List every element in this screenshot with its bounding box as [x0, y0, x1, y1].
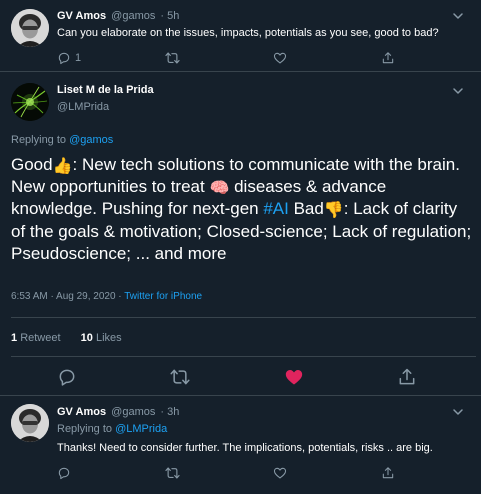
chevron-down-icon[interactable]	[451, 405, 465, 419]
likes-number: 10	[80, 332, 93, 344]
retweet-button[interactable]	[165, 50, 184, 66]
handle[interactable]: @LMPrida	[57, 101, 109, 113]
retweet-icon	[165, 466, 180, 480]
tweet-text: Thanks! Need to consider further. The im…	[57, 442, 433, 454]
retweets-label: Retweet	[20, 332, 61, 344]
text-good: Good	[11, 155, 53, 174]
chevron-down-icon[interactable]	[451, 9, 465, 23]
tweet-actions: 1	[0, 50, 481, 66]
divider	[0, 395, 481, 396]
like-button[interactable]	[273, 50, 291, 66]
handle[interactable]: @gamos	[111, 10, 155, 22]
divider	[11, 356, 476, 357]
likes-stat[interactable]: 10 Likes	[81, 332, 122, 344]
display-name[interactable]: GV Amos	[57, 10, 106, 22]
replying-label: Replying to	[11, 134, 67, 146]
chevron-down-icon[interactable]	[451, 84, 465, 98]
share-button[interactable]	[381, 465, 395, 481]
tweet-text: Good👍: New tech solutions to communicate…	[11, 154, 476, 265]
tweet-meta: 6:53 AM · Aug 29, 2020 · Twitter for iPh…	[11, 291, 202, 302]
handle[interactable]: @gamos	[111, 406, 155, 418]
hashtag-link[interactable]: #AI	[263, 199, 289, 218]
engagement-stats: 1 Retweet 10 Likes	[11, 332, 122, 344]
reply-icon	[57, 367, 77, 387]
tweet-actions	[0, 465, 481, 481]
brain-icon: 🧠	[209, 180, 230, 198]
share-button[interactable]	[381, 50, 395, 66]
replying-label: Replying to	[57, 423, 113, 435]
timestamp[interactable]: · 5h	[160, 10, 179, 22]
tweet-source-link[interactable]: Twitter for iPhone	[124, 291, 202, 302]
thumbs-up-icon: 👍	[52, 158, 73, 175]
reply-button[interactable]: 1	[57, 50, 81, 66]
display-name[interactable]: Liset M de la Prida	[57, 84, 154, 96]
avatar[interactable]	[11, 83, 49, 121]
like-button[interactable]	[273, 465, 287, 481]
retweet-button[interactable]	[170, 367, 190, 387]
retweet-icon	[170, 367, 190, 387]
avatar[interactable]	[11, 9, 49, 47]
like-icon	[284, 367, 304, 387]
tweet-text: Can you elaborate on the issues, impacts…	[57, 27, 439, 39]
like-icon	[273, 51, 287, 65]
reply-count: 1	[75, 52, 82, 64]
timestamp[interactable]: · 3h	[160, 406, 179, 418]
reply-button[interactable]	[57, 367, 77, 387]
share-icon	[381, 466, 395, 480]
replying-to: Replying to @gamos	[11, 134, 113, 146]
meta-separator: ·	[115, 291, 125, 302]
avatar[interactable]	[11, 404, 49, 442]
replying-handle-link[interactable]: @gamos	[69, 134, 113, 146]
retweets-number: 1	[11, 332, 18, 344]
divider	[11, 317, 476, 318]
text-bad: Bad	[288, 199, 324, 219]
tweet-timestamp[interactable]: 6:53 AM · Aug 29, 2020	[11, 291, 116, 302]
like-button[interactable]	[284, 367, 304, 387]
reply-icon	[57, 51, 71, 65]
parent-tweet[interactable]: GV Amos @gamos · 5h Can you elaborate on…	[0, 0, 481, 72]
display-name[interactable]: GV Amos	[57, 406, 106, 418]
share-icon	[397, 367, 417, 387]
retweet-button[interactable]	[165, 465, 180, 481]
retweet-icon	[165, 51, 180, 65]
reply-icon	[57, 466, 71, 480]
thumbs-down-icon: 👎	[323, 202, 344, 220]
author-line: GV Amos @gamos · 3h	[57, 406, 179, 418]
retweets-stat[interactable]: 1 Retweet	[11, 332, 61, 344]
tweet-actions	[0, 367, 481, 387]
author-line: GV Amos @gamos · 5h	[57, 10, 179, 22]
share-icon	[381, 51, 395, 65]
share-button[interactable]	[397, 367, 417, 387]
reply-button[interactable]	[57, 465, 71, 481]
likes-label: Likes	[95, 332, 122, 344]
replying-to: Replying to @LMPrida	[57, 423, 167, 435]
like-icon	[273, 466, 287, 480]
replying-handle-link[interactable]: @LMPrida	[115, 423, 167, 435]
